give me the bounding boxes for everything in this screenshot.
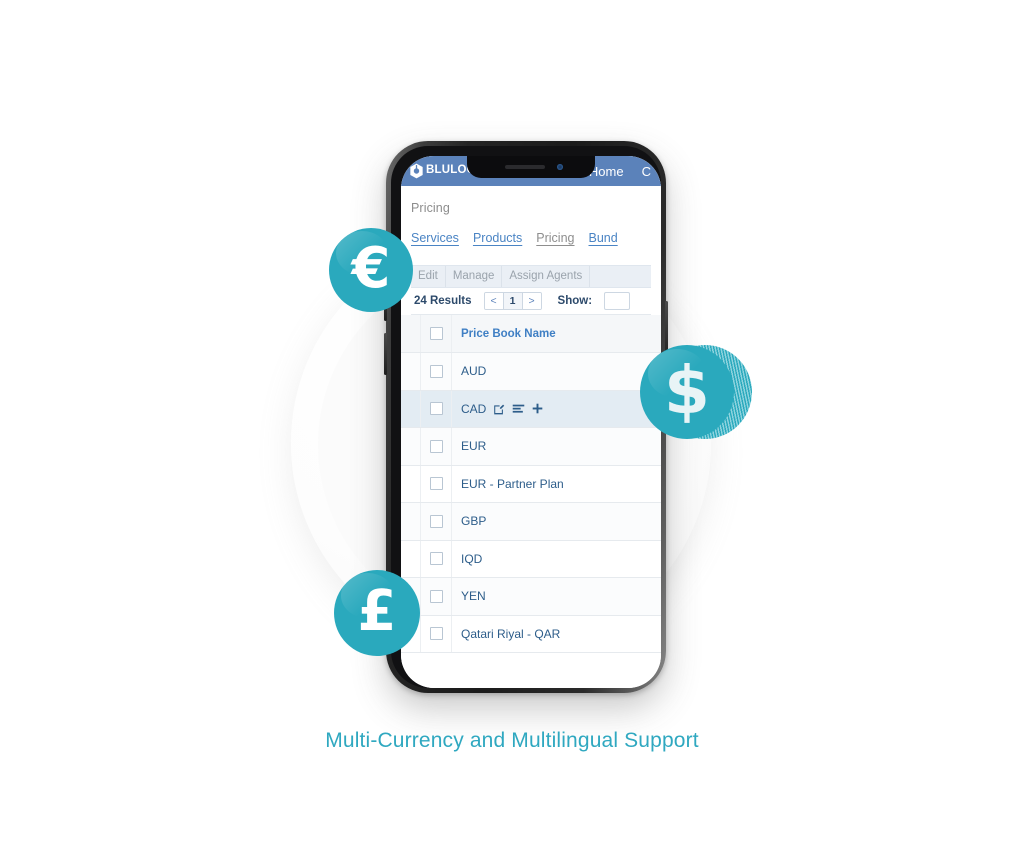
- row-checkbox-cell: [420, 502, 452, 541]
- row-name-cell: GBP: [451, 502, 661, 541]
- table-row[interactable]: GBP: [401, 502, 661, 541]
- row-checkbox[interactable]: [429, 514, 443, 528]
- pound-currency-badge: £: [334, 570, 420, 656]
- front-camera-icon: [557, 164, 563, 170]
- price-book-name: EUR - Partner Plan: [461, 476, 564, 491]
- row-checkbox[interactable]: [429, 552, 443, 566]
- row-name-cell: EUR - Partner Plan: [451, 465, 661, 503]
- results-bar: 24 Results < 1 > Show:: [411, 288, 651, 315]
- volume-down-button[interactable]: [384, 333, 387, 375]
- select-all-checkbox[interactable]: [429, 327, 443, 340]
- price-book-name: YEN: [461, 589, 486, 604]
- row-grip-cell: [401, 502, 421, 541]
- price-book-name: GBP: [461, 514, 487, 529]
- toolbar-manage-button[interactable]: Manage: [446, 266, 503, 287]
- row-checkbox-cell: [420, 615, 452, 653]
- price-book-name: EUR: [461, 439, 487, 454]
- results-count: 24 Results: [414, 295, 472, 307]
- edit-icon[interactable]: [493, 403, 505, 415]
- dollar-currency-badge: $: [640, 345, 734, 439]
- row-grip-cell: [401, 465, 421, 503]
- price-book-name: CAD: [461, 401, 487, 416]
- row-name-cell: IQD: [451, 540, 661, 578]
- illustration-stage: BLULOGIX Home C Pricing Services Product…: [0, 0, 1024, 854]
- tab-pricing[interactable]: Pricing: [536, 231, 574, 245]
- header-name-cell: Price Book Name: [451, 315, 661, 353]
- row-name-cell: YEN: [451, 577, 661, 616]
- topnav-item-c[interactable]: C: [642, 165, 651, 178]
- phone-notch: [467, 156, 595, 178]
- table-row[interactable]: AUD: [401, 352, 661, 391]
- caption-text: Multi-Currency and Multilingual Support: [325, 729, 699, 752]
- row-checkbox-cell: [420, 390, 452, 428]
- hexagon-logo-icon: [410, 163, 423, 179]
- pagination-current-page[interactable]: 1: [503, 293, 523, 309]
- earpiece-speaker-icon: [505, 165, 545, 169]
- row-checkbox-cell: [420, 465, 452, 503]
- row-checkbox-cell: [420, 427, 452, 466]
- table-row[interactable]: Qatari Riyal - QAR: [401, 615, 661, 653]
- row-checkbox[interactable]: [429, 364, 443, 378]
- row-checkbox[interactable]: [429, 627, 443, 641]
- row-checkbox-cell: [420, 352, 452, 391]
- plus-icon[interactable]: [532, 403, 543, 414]
- row-grip-cell: [401, 427, 421, 466]
- row-checkbox[interactable]: [429, 439, 443, 453]
- row-checkbox-cell: [420, 540, 452, 578]
- blulogix-app: BLULOGIX Home C Pricing Services Product…: [401, 156, 661, 688]
- euro-sign-icon: €: [351, 236, 391, 301]
- row-name-cell: Qatari Riyal - QAR: [451, 615, 661, 653]
- table-row[interactable]: EUR - Partner Plan: [401, 465, 661, 503]
- row-grip-cell: [401, 540, 421, 578]
- table-row[interactable]: CAD: [401, 390, 661, 428]
- row-action-icons: [493, 403, 543, 415]
- tab-products[interactable]: Products: [473, 231, 522, 245]
- table-row[interactable]: EUR: [401, 427, 661, 466]
- table-row[interactable]: YEN: [401, 577, 661, 616]
- row-checkbox[interactable]: [429, 589, 443, 603]
- toolbar-assign-agents-button[interactable]: Assign Agents: [502, 266, 591, 287]
- row-name-cell: EUR: [451, 427, 661, 466]
- row-grip-cell: [401, 390, 421, 428]
- section-tabs: Services Products Pricing Bund: [411, 217, 651, 249]
- table-header-row: Price Book Name: [401, 315, 661, 353]
- app-body: Pricing Services Products Pricing Bund E…: [401, 186, 661, 653]
- app-topnav: Home C: [589, 165, 653, 178]
- table-row[interactable]: IQD: [401, 540, 661, 578]
- tab-bundles[interactable]: Bund: [589, 231, 618, 245]
- header-checkbox-cell: [420, 315, 452, 353]
- price-book-name: AUD: [461, 364, 487, 379]
- phone-mockup: BLULOGIX Home C Pricing Services Product…: [384, 141, 668, 693]
- toolbar-edit-button[interactable]: Edit: [411, 266, 446, 287]
- row-checkbox[interactable]: [429, 402, 443, 416]
- price-book-name: IQD: [461, 551, 483, 566]
- tab-services[interactable]: Services: [411, 231, 459, 245]
- euro-currency-badge: €: [329, 228, 413, 312]
- row-checkbox[interactable]: [429, 477, 443, 491]
- row-grip-cell: [401, 352, 421, 391]
- row-checkbox-cell: [420, 577, 452, 616]
- pound-sign-icon: £: [357, 579, 397, 644]
- price-book-name: Qatari Riyal - QAR: [461, 626, 561, 641]
- column-header-price-book-name[interactable]: Price Book Name: [452, 328, 661, 340]
- action-toolbar: Edit Manage Assign Agents: [411, 265, 651, 288]
- show-count-select[interactable]: [604, 292, 631, 310]
- row-name-cell: AUD: [451, 352, 661, 391]
- pagination-control: < 1 >: [483, 292, 542, 310]
- pagination-next-button[interactable]: >: [522, 293, 541, 309]
- pagination-prev-button[interactable]: <: [484, 293, 504, 309]
- header-grip-cell: [401, 315, 421, 353]
- phone-bezel: BLULOGIX Home C Pricing Services Product…: [391, 146, 661, 688]
- list-icon[interactable]: [512, 403, 525, 415]
- row-name-cell: CAD: [451, 390, 661, 428]
- dollar-sign-icon: $: [664, 352, 710, 429]
- phone-screen: BLULOGIX Home C Pricing Services Product…: [401, 156, 661, 688]
- page-title: Pricing: [411, 201, 450, 215]
- price-book-table: Price Book Name AUD CAD EUR EUR - Partne…: [401, 315, 661, 653]
- show-label: Show:: [557, 295, 593, 307]
